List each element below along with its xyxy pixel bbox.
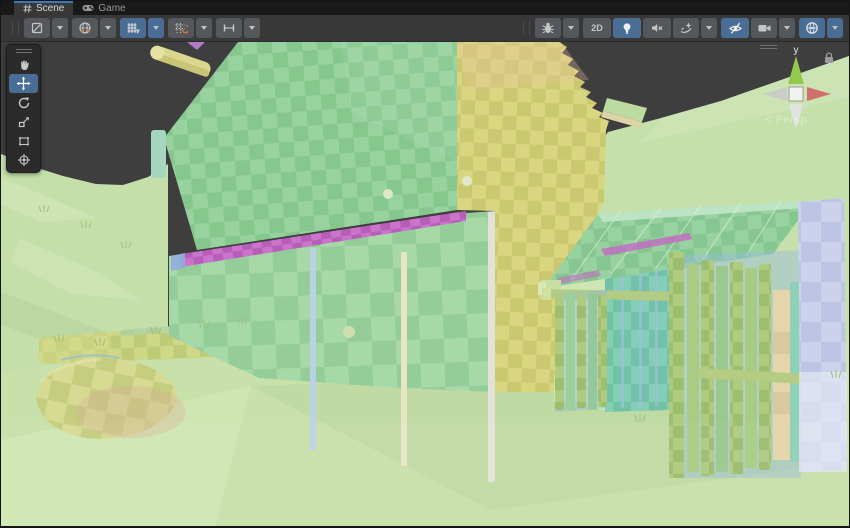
camera-settings-dropdown[interactable]	[779, 18, 795, 38]
unity-scene-view-window: Scene Game 2D y x < Persp	[0, 0, 850, 528]
toolbar-separator	[523, 21, 530, 35]
camera-settings-button[interactable]	[751, 18, 777, 38]
rotate-icon	[18, 96, 29, 108]
chevron-down-icon	[706, 26, 712, 30]
chevron-down-icon	[153, 26, 159, 30]
tab-scene[interactable]: Scene	[14, 1, 74, 15]
scene-canvas[interactable]	[1, 42, 849, 527]
tab-game[interactable]: Game	[73, 1, 134, 15]
grid-visibility-button[interactable]	[120, 18, 146, 38]
snap-move-icon	[223, 24, 235, 32]
effects-button[interactable]	[673, 18, 699, 38]
tools-overlay	[6, 44, 41, 173]
snap-increment-button[interactable]	[168, 18, 194, 38]
sphere-gi-icon	[79, 22, 91, 34]
lighting-visualization-button[interactable]	[72, 18, 98, 38]
chevron-down-icon	[105, 26, 111, 30]
chevron-down-icon	[568, 26, 574, 30]
gizmo-y-label: y	[794, 46, 799, 56]
draw-mode-button[interactable]	[24, 18, 50, 38]
draw-mode-dropdown[interactable]	[52, 18, 68, 38]
view-tool-button[interactable]	[9, 55, 38, 74]
fog-overlay	[1, 422, 849, 526]
toolbar-separator	[12, 21, 19, 35]
scene-audio-button[interactable]	[643, 18, 671, 38]
audio-muted-icon	[652, 24, 663, 32]
scale-icon	[18, 116, 29, 127]
scene-lighting-button[interactable]	[613, 18, 641, 38]
trim-end-cap	[171, 253, 185, 271]
rendering-debugger-button[interactable]	[535, 18, 561, 38]
gizmo-axis-cone[interactable]	[763, 87, 787, 101]
bug-icon	[542, 22, 554, 34]
gizmos-dropdown[interactable]	[827, 18, 843, 38]
shaded-square-icon	[31, 22, 43, 34]
camera-icon	[758, 25, 770, 32]
fence-left[interactable]	[555, 290, 607, 412]
rect-icon	[18, 136, 29, 145]
gizmo-x-label: x	[834, 89, 839, 100]
lighting-visualization-dropdown[interactable]	[100, 18, 116, 38]
gizmo-center-cube[interactable]	[788, 86, 804, 102]
gizmos-button[interactable]	[799, 18, 825, 38]
chevron-down-icon	[832, 26, 838, 30]
hand-icon	[20, 59, 29, 70]
transform-icon	[17, 153, 30, 166]
lightbulb-icon	[623, 23, 631, 34]
eye-hidden-icon	[728, 22, 742, 34]
gizmo-y-axis-cone[interactable]	[788, 56, 804, 84]
grid-y-icon	[127, 23, 140, 34]
chevron-down-icon	[57, 26, 63, 30]
wall-knot	[462, 176, 472, 186]
move-snap-dropdown[interactable]	[244, 18, 260, 38]
rendering-debugger-dropdown[interactable]	[563, 18, 579, 38]
move-tool-button[interactable]	[9, 74, 38, 93]
support-pole[interactable]	[310, 248, 316, 450]
snap-increment-dropdown[interactable]	[196, 18, 212, 38]
toolbar-right-group: 2D	[535, 18, 843, 38]
move-icon	[16, 76, 31, 91]
move-snap-button[interactable]	[216, 18, 242, 38]
scale-tool-button[interactable]	[9, 112, 38, 131]
wall-knot	[343, 326, 355, 338]
effects-icon	[680, 22, 692, 34]
gamepad-icon	[82, 5, 94, 11]
chevron-down-icon	[784, 26, 790, 30]
scene-visibility-button[interactable]	[721, 18, 749, 38]
2d-toggle-button[interactable]: 2D	[583, 18, 611, 38]
chevron-down-icon	[201, 26, 207, 30]
gizmo-x-axis-cone[interactable]	[807, 87, 831, 101]
scene-toolbar: 2D	[1, 15, 849, 42]
scene-viewport[interactable]: y x < Persp	[1, 42, 849, 527]
tab-bar: Scene Game	[1, 1, 849, 15]
gizmo-sphere-icon	[806, 22, 818, 34]
chevron-down-icon	[249, 26, 255, 30]
rect-tool-button[interactable]	[9, 131, 38, 150]
rotate-tool-button[interactable]	[9, 93, 38, 112]
grid-visibility-dropdown[interactable]	[148, 18, 164, 38]
overlay-drag-handle[interactable]	[7, 47, 40, 55]
barn-eave-post[interactable]	[151, 130, 166, 178]
projection-mode-label[interactable]: < Persp	[765, 114, 807, 126]
grid-snap-icon	[175, 23, 188, 34]
grid-hash-icon	[23, 3, 32, 13]
transform-tool-button[interactable]	[9, 150, 38, 169]
tab-game-label: Game	[98, 2, 126, 14]
padlock-icon[interactable]	[824, 52, 834, 64]
effects-dropdown[interactable]	[701, 18, 717, 38]
toolbar-left-group	[24, 18, 262, 38]
tab-scene-label: Scene	[36, 2, 65, 14]
wall-knot	[383, 189, 393, 199]
